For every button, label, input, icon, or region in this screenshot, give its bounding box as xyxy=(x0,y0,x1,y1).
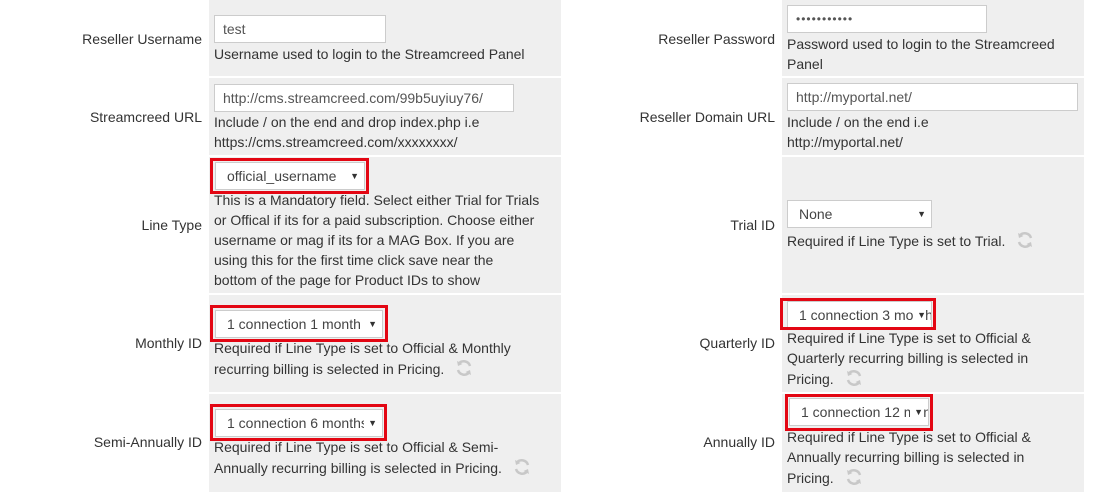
reseller-username-label: Reseller Username xyxy=(82,31,202,47)
highlight-box xyxy=(785,394,933,431)
semi-annually-id-label: Semi-Annually ID xyxy=(93,434,202,450)
refresh-icon[interactable] xyxy=(844,368,864,393)
trial-id-selected: None xyxy=(799,206,833,222)
monthly-id-label: Monthly ID xyxy=(135,335,202,351)
semi-annually-id-help-2: Annually recurring billing is selected i… xyxy=(214,457,559,482)
line-type-help-3: username or mag if its for a MAG Box. If… xyxy=(214,232,515,248)
line-type-help-5: bottom of the page for Product IDs to sh… xyxy=(214,272,481,288)
module-settings-form: Reseller Username test Username used to … xyxy=(0,0,1095,492)
quarterly-id-help-2: Quarterly recurring billing is selected … xyxy=(787,350,1029,366)
annually-id-help-1: Required if Line Type is set to Official… xyxy=(787,429,1031,445)
reseller-password-label: Reseller Password xyxy=(658,31,775,47)
line-type-help-4: using this for the first time click save… xyxy=(214,252,494,268)
monthly-id-help-1: Required if Line Type is set to Official… xyxy=(214,340,511,356)
refresh-icon[interactable] xyxy=(454,358,474,383)
streamcreed-url-help-2: https://cms.streamcreed.com/xxxxxxxx/ xyxy=(214,134,458,150)
refresh-icon[interactable] xyxy=(844,467,864,492)
reseller-domain-url-input[interactable]: http://myportal.net/ xyxy=(787,83,1078,111)
refresh-icon[interactable] xyxy=(512,457,532,482)
streamcreed-url-help-1: Include / on the end and drop index.php … xyxy=(214,114,480,130)
reseller-domain-url-label: Reseller Domain URL xyxy=(639,109,775,125)
annually-id-label: Annually ID xyxy=(703,434,775,450)
monthly-id-help-2: recurring billing is selected in Pricing… xyxy=(214,358,559,383)
quarterly-id-help-1: Required if Line Type is set to Official… xyxy=(787,330,1031,346)
quarterly-id-help-3: Pricing. xyxy=(787,368,1082,393)
reseller-domain-url-help-2: http://myportal.net/ xyxy=(787,134,903,150)
line-type-help-1: This is a Mandatory field. Select either… xyxy=(214,192,540,208)
trial-id-help: Required if Line Type is set to Trial. xyxy=(787,230,1082,255)
reseller-password-help-1: Password used to login to the Streamcree… xyxy=(787,36,1055,52)
reseller-domain-url-help-1: Include / on the end i.e xyxy=(787,114,929,130)
trial-id-label: Trial ID xyxy=(730,217,775,233)
streamcreed-url-input[interactable]: http://cms.streamcreed.com/99b5uyiuy76/ xyxy=(214,84,514,112)
annually-id-help-3: Pricing. xyxy=(787,467,1082,492)
refresh-icon[interactable] xyxy=(1015,230,1035,255)
highlight-box xyxy=(210,404,387,441)
highlight-box xyxy=(210,158,369,194)
reseller-username-help: Username used to login to the Streamcree… xyxy=(214,46,525,62)
quarterly-id-label: Quarterly ID xyxy=(699,335,775,351)
highlight-box xyxy=(210,305,388,342)
reseller-password-input[interactable]: ••••••••••• xyxy=(787,5,987,33)
line-type-help-2: or Offical if its for a paid subscriptio… xyxy=(214,212,535,228)
reseller-password-help-2: Panel xyxy=(787,56,823,72)
reseller-username-input[interactable]: test xyxy=(214,15,386,43)
semi-annually-id-help-1: Required if Line Type is set to Official… xyxy=(214,439,499,455)
annually-id-help-2: Annually recurring billing is selected i… xyxy=(787,449,1025,465)
line-type-label: Line Type xyxy=(141,217,202,233)
streamcreed-url-label: Streamcreed URL xyxy=(89,109,202,125)
chevron-down-icon: ▼ xyxy=(917,209,926,219)
trial-id-select[interactable]: None ▼ xyxy=(787,200,932,228)
highlight-box xyxy=(780,298,936,330)
